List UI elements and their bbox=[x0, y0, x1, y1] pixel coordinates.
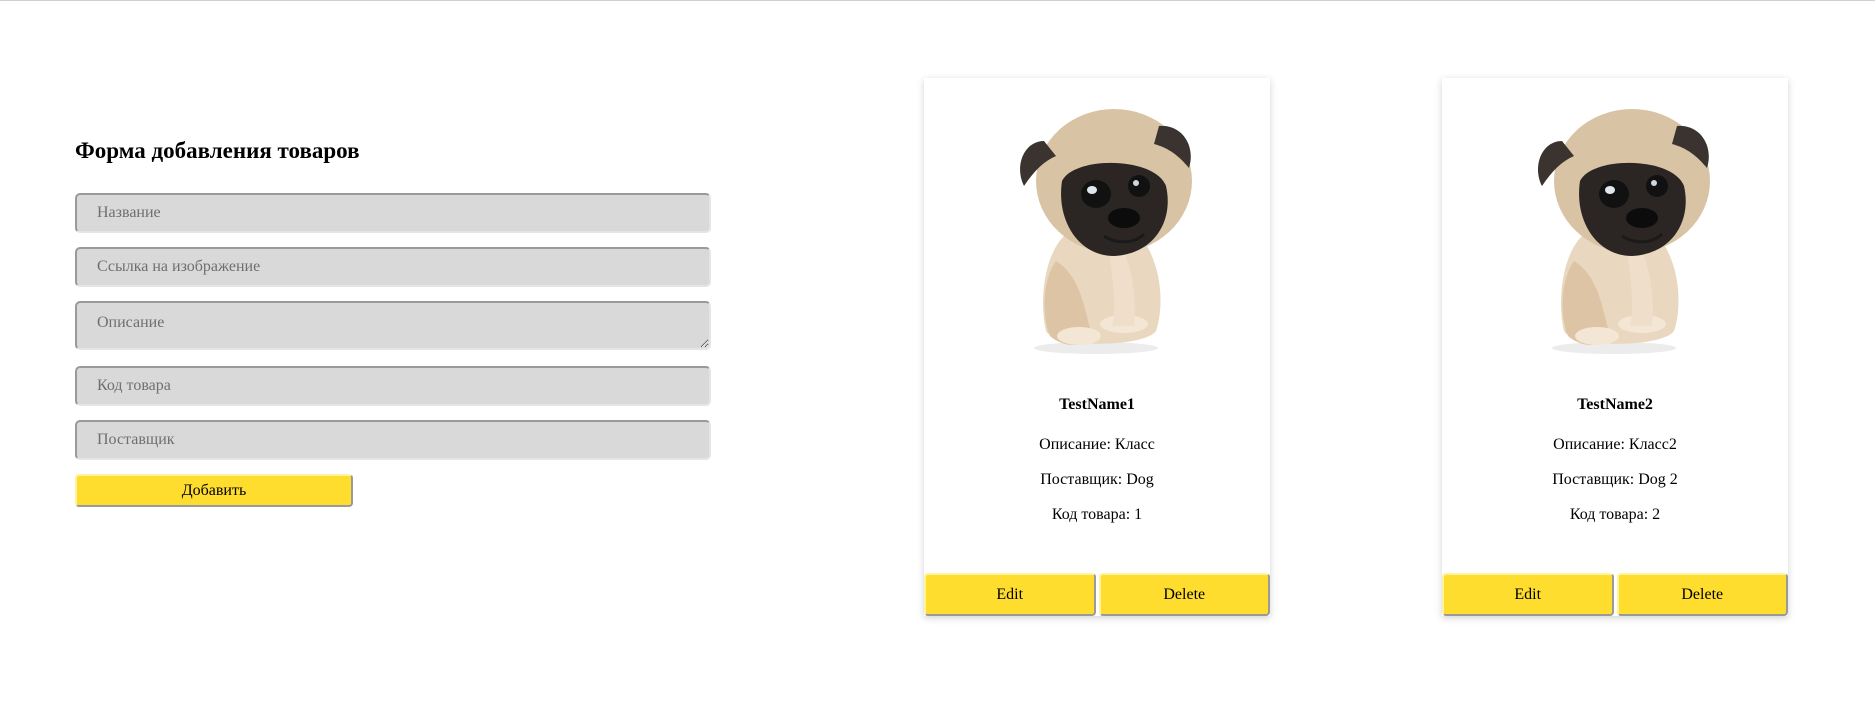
product-image bbox=[1536, 107, 1712, 356]
product-description: Описание: Класс bbox=[1039, 436, 1155, 453]
product-code-input[interactable] bbox=[75, 366, 711, 406]
product-card: TestName1 Описание: Класс Поставщик: Dog… bbox=[924, 78, 1270, 616]
product-code: Код товара: 1 bbox=[1051, 506, 1143, 523]
delete-button[interactable]: Delete bbox=[1098, 573, 1270, 616]
description-textarea[interactable] bbox=[75, 301, 711, 350]
product-card: TestName2 Описание: Класс2 Поставщик: Do… bbox=[1442, 78, 1788, 616]
product-description: Описание: Класс2 bbox=[1553, 436, 1677, 453]
image-url-input[interactable] bbox=[75, 247, 711, 287]
product-name: TestName1 bbox=[1059, 396, 1135, 413]
product-add-form: Форма добавления товаров Добавить bbox=[75, 133, 711, 507]
product-name: TestName2 bbox=[1577, 396, 1653, 413]
product-supplier: Поставщик: Dog bbox=[1040, 471, 1154, 488]
product-supplier: Поставщик: Dog 2 bbox=[1552, 471, 1678, 488]
edit-button[interactable]: Edit bbox=[924, 573, 1096, 616]
name-input[interactable] bbox=[75, 193, 711, 233]
supplier-input[interactable] bbox=[75, 420, 711, 460]
card-actions: Edit Delete bbox=[1442, 573, 1788, 616]
delete-button[interactable]: Delete bbox=[1616, 573, 1788, 616]
card-actions: Edit Delete bbox=[924, 573, 1270, 616]
product-image bbox=[1018, 107, 1194, 356]
edit-button[interactable]: Edit bbox=[1442, 573, 1614, 616]
form-title: Форма добавления товаров bbox=[75, 138, 360, 163]
add-product-button[interactable]: Добавить bbox=[75, 474, 353, 507]
product-code: Код товара: 2 bbox=[1569, 506, 1661, 523]
